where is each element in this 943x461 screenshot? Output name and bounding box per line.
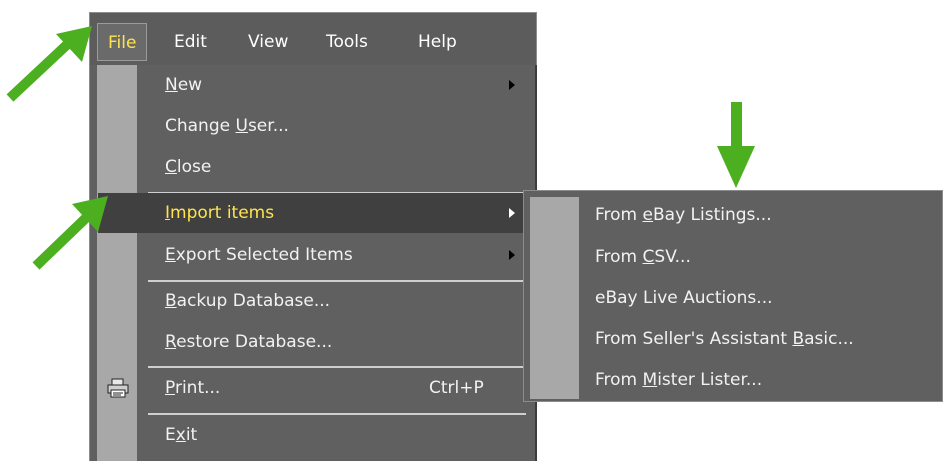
green-arrow-icon <box>6 26 92 102</box>
submenu-arrow-icon <box>509 250 515 260</box>
menu-item-change-user[interactable]: Change User... <box>90 106 531 146</box>
menu-item-label: Import items <box>165 203 275 223</box>
menu-item-new[interactable]: New <box>90 65 531 105</box>
submenu-arrow-icon <box>509 80 515 90</box>
menu-item-label: From Mister Lister... <box>595 370 763 390</box>
file-menu: New Change User... Close Import items Ex… <box>89 65 537 461</box>
menu-item-label: Export Selected Items <box>165 245 353 265</box>
menu-item-label: eBay Live Auctions... <box>595 288 773 308</box>
menu-item-label: From CSV... <box>595 247 691 267</box>
menu-item-label: Backup Database... <box>165 291 331 311</box>
menu-item-label: New <box>165 75 203 95</box>
menu-item-label: Change User... <box>165 116 289 136</box>
submenu-item-ebay-live-auctions[interactable]: eBay Live Auctions... <box>524 277 942 319</box>
menu-item-label: Close <box>165 157 212 177</box>
menu-edit[interactable]: Edit <box>164 23 217 61</box>
submenu-item-from-mister-lister[interactable]: From Mister Lister... <box>524 359 942 401</box>
menu-item-import-items[interactable]: Import items <box>98 193 531 233</box>
submenu-arrow-icon <box>509 208 515 218</box>
menu-item-shortcut: Ctrl+P <box>429 378 484 398</box>
menu-item-restore-database[interactable]: Restore Database... <box>90 322 531 362</box>
menu-item-print[interactable]: Print... Ctrl+P <box>90 368 531 408</box>
menu-item-close[interactable]: Close <box>90 147 531 187</box>
menu-tools[interactable]: Tools <box>316 23 378 61</box>
import-submenu: From eBay Listings... From CSV... eBay L… <box>523 190 943 402</box>
submenu-item-from-csv[interactable]: From CSV... <box>524 236 942 278</box>
menu-bar: File Edit View Tools Help <box>89 12 537 68</box>
menu-item-backup-database[interactable]: Backup Database... <box>90 281 531 321</box>
menu-help[interactable]: Help <box>408 23 467 61</box>
menu-item-label: From Seller's Assistant Basic... <box>595 329 854 349</box>
menu-item-exit[interactable]: Exit <box>90 415 531 455</box>
menu-file[interactable]: File <box>97 23 148 61</box>
printer-icon <box>107 378 129 398</box>
menu-item-label: Exit <box>165 425 198 445</box>
green-arrow-icon <box>32 196 108 270</box>
menu-item-label: Restore Database... <box>165 332 333 352</box>
menu-item-label: From eBay Listings... <box>595 205 772 225</box>
green-arrow-icon <box>717 102 755 188</box>
menu-item-export-selected-items[interactable]: Export Selected Items <box>90 235 531 275</box>
submenu-item-from-ebay-listings[interactable]: From eBay Listings... <box>524 194 942 236</box>
submenu-item-from-sellers-assistant-basic[interactable]: From Seller's Assistant Basic... <box>524 318 942 360</box>
menu-item-label: Print... <box>165 378 221 398</box>
menu-view[interactable]: View <box>238 23 298 61</box>
